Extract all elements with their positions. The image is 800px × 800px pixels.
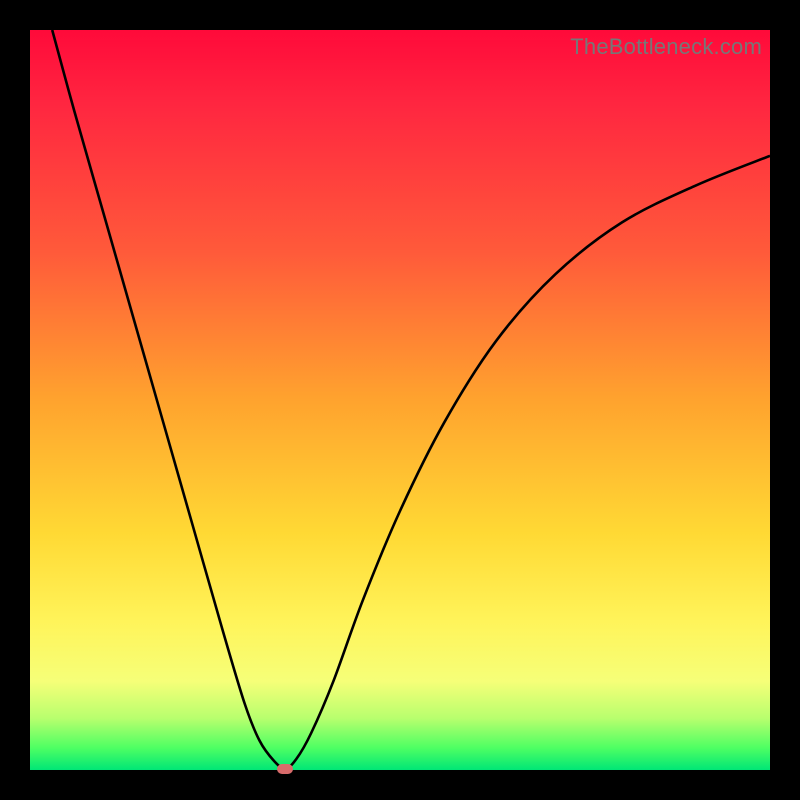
minimum-marker xyxy=(277,764,293,774)
bottleneck-curve xyxy=(30,30,770,770)
plot-area: TheBottleneck.com xyxy=(30,30,770,770)
chart-frame: TheBottleneck.com xyxy=(0,0,800,800)
curve-path xyxy=(52,30,770,769)
